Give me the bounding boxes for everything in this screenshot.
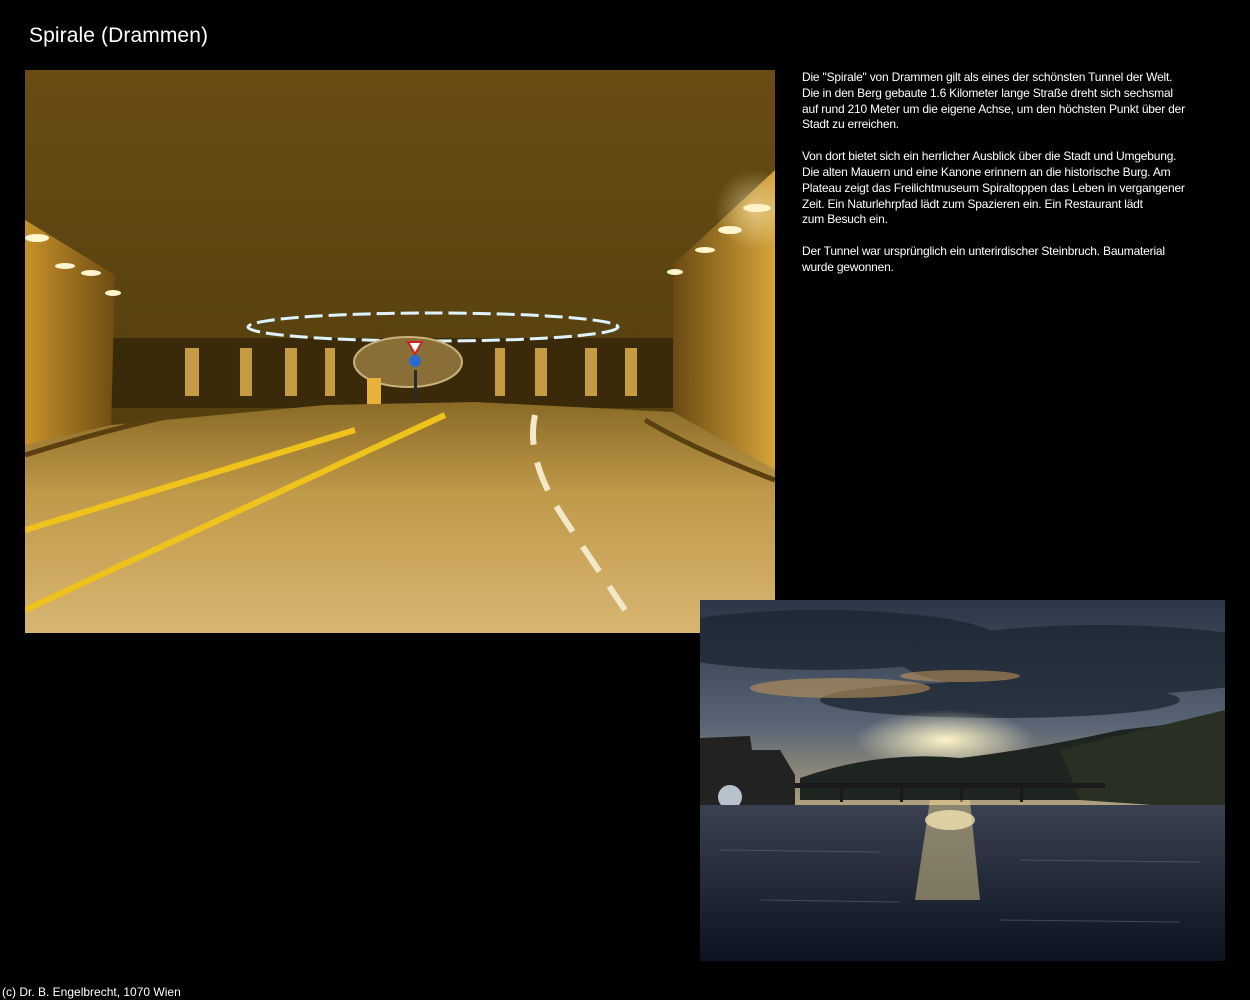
tunnel-roundabout-photo[interactable] — [25, 70, 775, 633]
description-paragraph: Von dort bietet sich ein herrlicher Ausb… — [802, 149, 1185, 227]
description-paragraph: Die "Spirale" von Drammen gilt als eines… — [802, 70, 1185, 132]
tunnel-photo-image — [25, 70, 775, 633]
river-photo-image — [700, 600, 1225, 961]
page-title: Spirale (Drammen) — [29, 24, 209, 47]
description-paragraph: Der Tunnel war ursprünglich ein unterird… — [802, 244, 1165, 274]
copyright-footer: (c) Dr. B. Engelbrecht, 1070 Wien — [2, 985, 181, 999]
river-sunset-photo[interactable] — [700, 600, 1225, 961]
description-text: Die "Spirale" von Drammen gilt als eines… — [802, 70, 1207, 292]
